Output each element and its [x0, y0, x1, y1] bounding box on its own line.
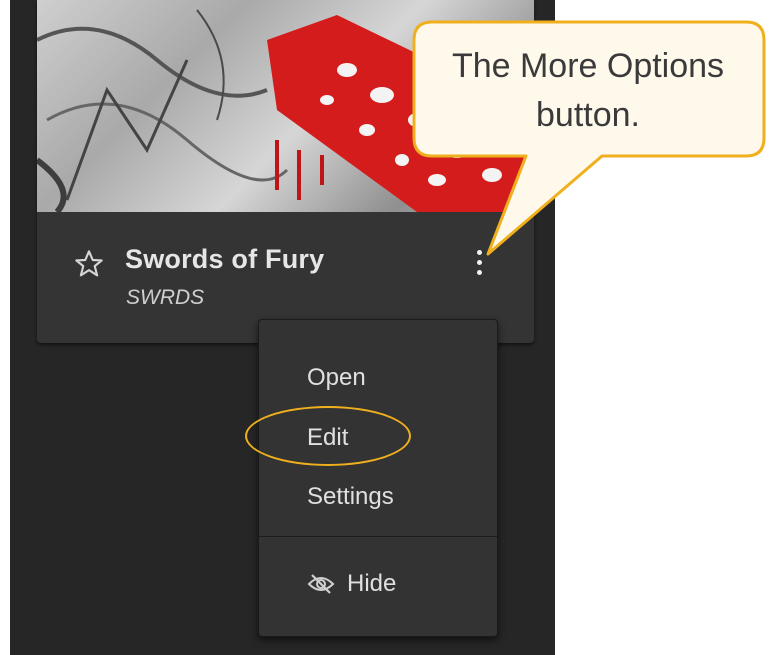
callout-text: The More Options button. [451, 47, 725, 134]
